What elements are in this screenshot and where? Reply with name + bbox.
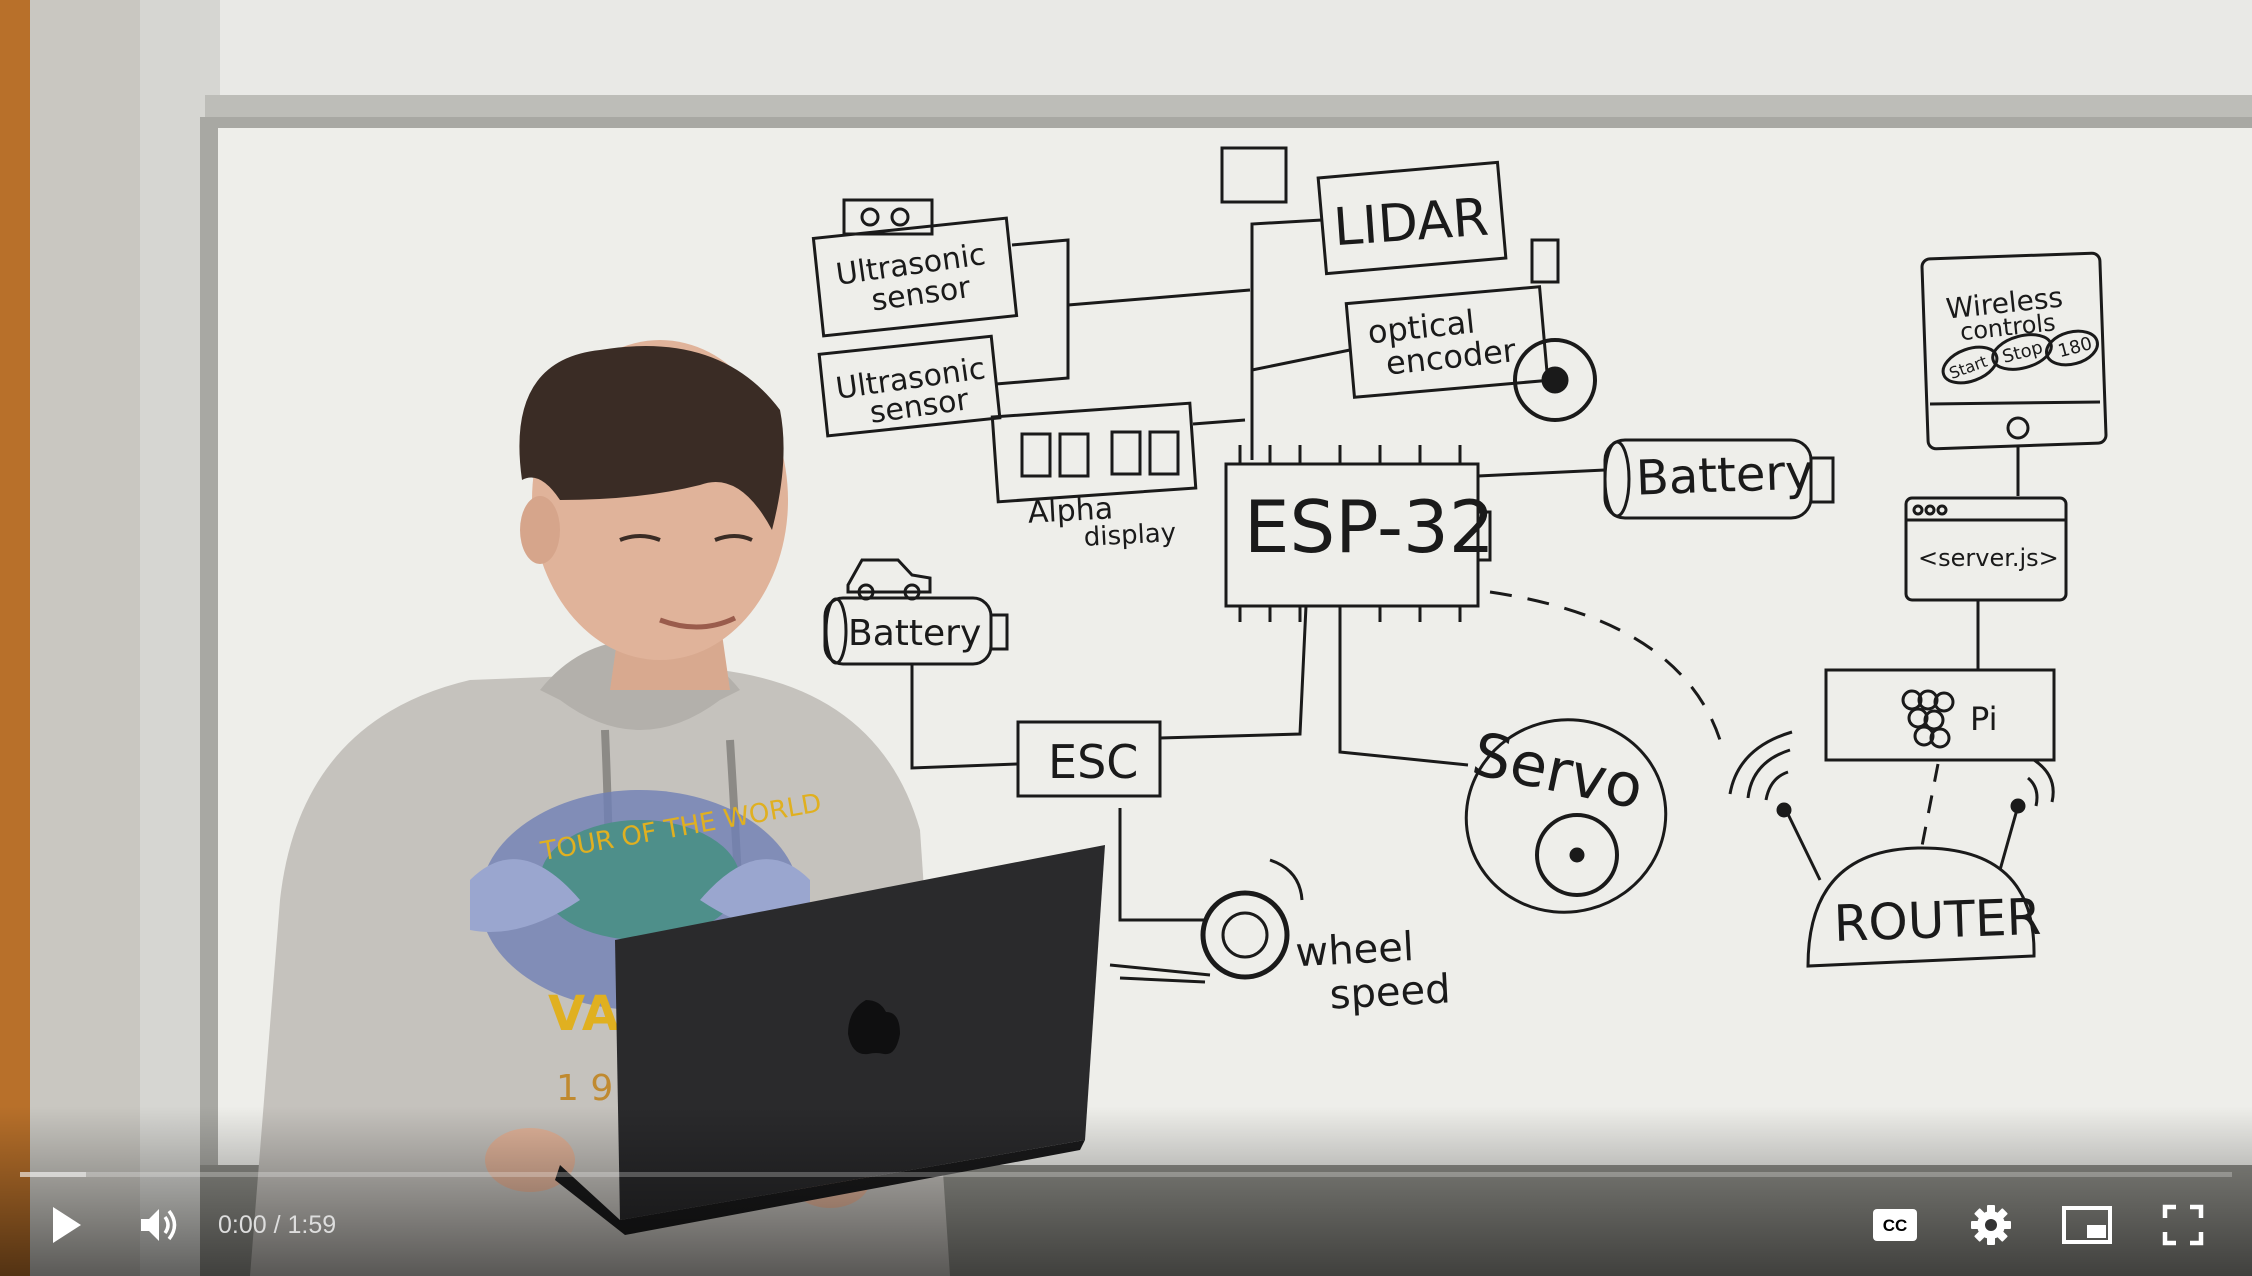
esp32-label: ESP-32 [1244, 485, 1495, 569]
settings-button[interactable] [1956, 1195, 2026, 1255]
play-button[interactable] [30, 1195, 100, 1255]
duration: 1:59 [287, 1210, 337, 1239]
miniplayer-button[interactable] [2052, 1195, 2122, 1255]
fullscreen-button[interactable] [2148, 1195, 2218, 1255]
current-time: 0:00 [218, 1210, 267, 1239]
play-icon [53, 1207, 81, 1243]
router-label: ROUTER [1833, 888, 2042, 953]
captions-icon: CC [1873, 1209, 1917, 1241]
settings-icon [1971, 1205, 2011, 1245]
hoodie-text-year: 1 9 [556, 1068, 613, 1109]
fullscreen-icon [2162, 1204, 2204, 1246]
lidar-label: LIDAR [1332, 188, 1491, 259]
captions-button[interactable]: CC [1860, 1195, 1930, 1255]
miniplayer-icon [2062, 1206, 2112, 1244]
esc-label: ESC [1048, 735, 1138, 789]
progress-loaded [20, 1172, 87, 1177]
svg-text:CC: CC [1883, 1216, 1908, 1235]
video-player[interactable]: Ultrasonic sensor Ultrasonic sensor LIDA… [0, 0, 2252, 1276]
progress-bar[interactable] [20, 1172, 2232, 1177]
battery-right-label: Battery [1635, 444, 1815, 506]
video-frame[interactable]: Ultrasonic sensor Ultrasonic sensor LIDA… [0, 0, 2252, 1276]
wheel-speed-label-b: speed [1328, 966, 1451, 1018]
alpha-display-label-b: display [1083, 518, 1177, 553]
server-js-label: <server.js> [1918, 544, 2059, 572]
time-separator: / [266, 1210, 288, 1239]
volume-icon [141, 1209, 177, 1241]
pi-label: Pi [1970, 700, 1997, 738]
mute-button[interactable] [126, 1195, 196, 1255]
time-display: 0:00 / 1:59 [218, 1195, 336, 1255]
battery-left-label: Battery [848, 613, 981, 654]
